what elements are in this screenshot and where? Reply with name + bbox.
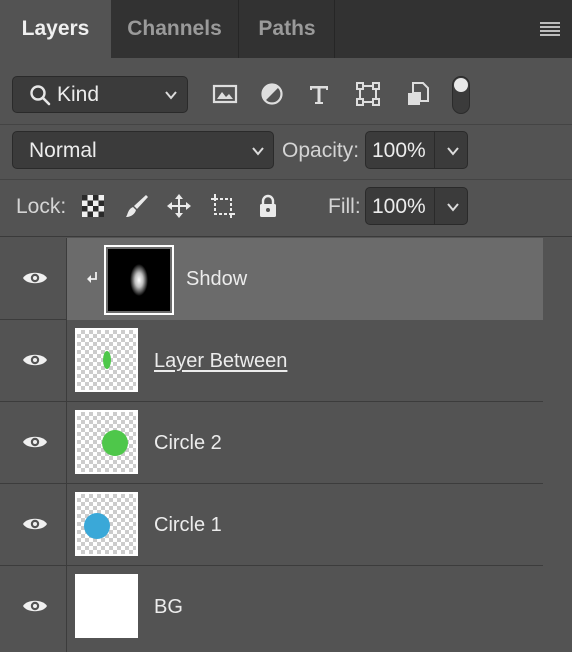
tab-bar: Layers Channels Paths (0, 0, 572, 58)
blue-circle-icon (84, 513, 110, 539)
divider (0, 124, 572, 125)
tab-paths[interactable]: Paths (240, 0, 335, 58)
opacity-value[interactable]: 100% (372, 132, 426, 169)
blend-mode-select[interactable]: Normal (12, 131, 274, 169)
tab-layers[interactable]: Layers (0, 0, 111, 58)
eye-icon[interactable] (22, 269, 48, 287)
filter-toggle-switch[interactable] (452, 76, 470, 114)
lock-all-icon[interactable] (255, 193, 281, 219)
layer-thumbnail[interactable] (75, 492, 138, 556)
filter-kind-label: Kind (57, 83, 100, 106)
eye-icon[interactable] (22, 433, 48, 451)
lock-image-pixels-icon[interactable] (124, 193, 150, 219)
eye-icon[interactable] (22, 597, 48, 615)
layer-row-circle-1[interactable]: Circle 1 (0, 484, 543, 566)
small-green-ellipse-icon (103, 351, 111, 369)
blend-mode-value: Normal (29, 139, 97, 162)
eye-icon[interactable] (22, 515, 48, 533)
divider (0, 179, 572, 180)
panel-menu-icon[interactable] (540, 22, 560, 36)
layer-name[interactable]: Layer Between (154, 349, 287, 373)
search-icon (30, 85, 51, 106)
lock-position-icon[interactable] (166, 193, 192, 219)
lock-artboard-icon[interactable] (210, 193, 236, 219)
layer-row-bg[interactable]: BG (0, 566, 543, 652)
image-filter-icon[interactable] (211, 80, 239, 108)
layer-name[interactable]: BG (154, 595, 183, 619)
layer-row-layer-between[interactable]: Layer Between (0, 320, 543, 402)
eye-icon[interactable] (22, 351, 48, 369)
layer-thumbnail[interactable] (75, 574, 138, 638)
shape-filter-icon[interactable] (354, 80, 382, 108)
smart-object-filter-icon[interactable] (404, 80, 432, 108)
opacity-field[interactable]: 100% (365, 131, 468, 169)
chevron-down-icon[interactable] (446, 200, 460, 214)
opacity-label: Opacity: (282, 139, 360, 162)
type-filter-icon[interactable] (305, 80, 333, 108)
lock-transparent-pixels-icon[interactable] (80, 193, 106, 219)
layers-list: Shdow Layer Between Circle 2 Circle 1 BG (0, 238, 572, 652)
layer-name[interactable]: Circle 2 (154, 431, 222, 455)
shadow-thumbnail-icon (108, 249, 170, 311)
toggle-knob (454, 78, 468, 92)
layers-panel: Layers Channels Paths Kind Normal Opacit… (0, 0, 572, 652)
fill-value[interactable]: 100% (372, 188, 426, 225)
layer-thumbnail[interactable] (75, 328, 138, 392)
layer-row-shdow[interactable]: Shdow (0, 238, 543, 320)
layer-thumbnail[interactable] (104, 245, 174, 315)
fill-label: Fill: (328, 195, 361, 218)
green-circle-icon (102, 430, 128, 456)
layer-row-circle-2[interactable]: Circle 2 (0, 402, 543, 484)
scroll-gutter (543, 238, 572, 652)
divider (0, 236, 572, 237)
layer-name[interactable]: Shdow (186, 267, 247, 291)
fill-field[interactable]: 100% (365, 187, 468, 225)
chevron-down-icon (252, 147, 264, 156)
layer-thumbnail[interactable] (75, 410, 138, 474)
adjustment-filter-icon[interactable] (258, 80, 286, 108)
clipping-mask-arrow-icon (87, 272, 97, 283)
lock-label: Lock: (16, 195, 67, 218)
chevron-down-icon[interactable] (446, 144, 460, 158)
tab-channels[interactable]: Channels (111, 0, 239, 58)
filter-kind-select[interactable]: Kind (12, 76, 188, 113)
layer-name[interactable]: Circle 1 (154, 513, 222, 537)
chevron-down-icon (165, 91, 177, 100)
